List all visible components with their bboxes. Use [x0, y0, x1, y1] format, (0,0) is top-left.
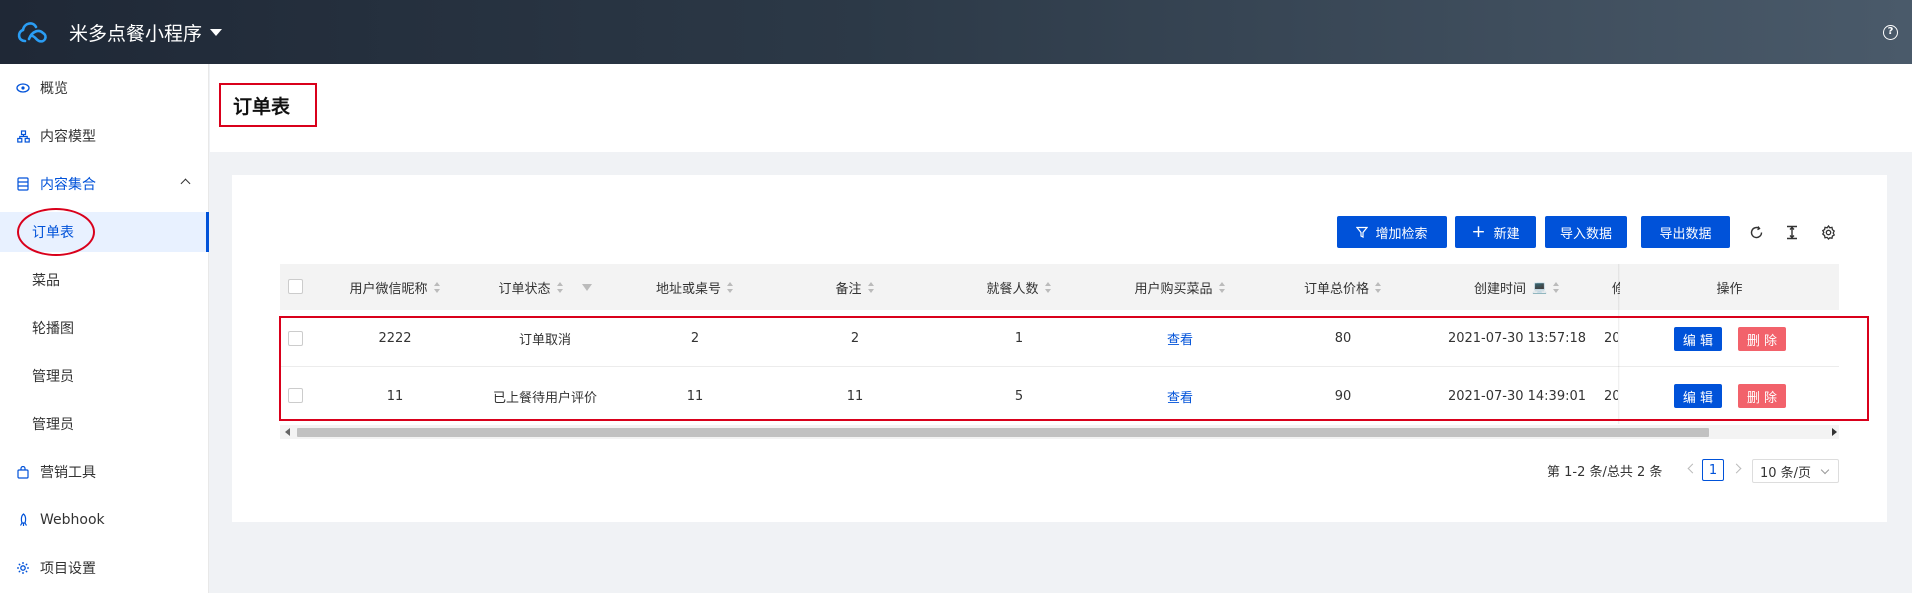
rocket-icon [16, 513, 30, 527]
annotation-rectangle [279, 316, 1869, 421]
col-address[interactable]: 地址或桌号 [620, 264, 770, 310]
col-remark[interactable]: 备注 [780, 264, 930, 310]
column-height-icon[interactable] [1782, 222, 1802, 242]
column-label: 用户微信昵称 [349, 281, 428, 297]
export-label: 导出数据 [1659, 226, 1712, 242]
page-title: 订单表 [219, 83, 317, 127]
col-total[interactable]: 订单总价格 [1268, 264, 1418, 310]
column-label: 备注 [835, 281, 862, 297]
import-label: 导入数据 [1559, 226, 1612, 242]
new-button[interactable]: + 新建 [1455, 216, 1536, 248]
cloud-logo-icon [15, 15, 49, 49]
sidebar-item-label: 管理员 [32, 417, 74, 433]
export-button[interactable]: 导出数据 [1641, 216, 1730, 248]
sort-icon[interactable] [1044, 281, 1052, 293]
filter-icon [1356, 226, 1369, 238]
sidebar-item-label: 内容集合 [40, 177, 96, 193]
import-button[interactable]: 导入数据 [1545, 216, 1627, 248]
sidebar-item-webhook[interactable]: Webhook [0, 500, 209, 540]
sidebar-item-label: 管理员 [32, 369, 74, 385]
add-search-label: 增加检索 [1375, 226, 1428, 242]
refresh-icon[interactable] [1746, 222, 1766, 242]
annotation-circle [17, 208, 95, 256]
column-label: 用户购买菜品 [1134, 281, 1213, 297]
laptop-icon: 💻 [1532, 280, 1547, 294]
col-nickname[interactable]: 用户微信昵称 [320, 264, 470, 310]
col-dishes[interactable]: 用户购买菜品 [1105, 264, 1255, 310]
caret-down-icon[interactable] [210, 28, 223, 36]
sort-icon[interactable] [1552, 281, 1560, 293]
hierarchy-icon [16, 129, 30, 143]
sidebar-item-admin-2[interactable]: 管理员 [0, 404, 209, 444]
gear-icon [16, 561, 30, 575]
sidebar-item-label: 内容模型 [40, 129, 96, 145]
scrollbar-thumb[interactable] [297, 428, 1709, 437]
help-icon[interactable]: ? [1883, 25, 1898, 40]
column-label: 就餐人数 [986, 281, 1039, 297]
sort-icon[interactable] [1218, 281, 1226, 293]
sidebar-item-label: 概览 [40, 81, 68, 97]
page-size-select[interactable]: 10 条/页 [1752, 459, 1839, 483]
column-label: 创建时间 [1474, 281, 1527, 297]
eye-icon [16, 81, 30, 95]
col-created[interactable]: 创建时间 💻 [1432, 264, 1602, 310]
scroll-left-icon[interactable] [285, 428, 290, 436]
sidebar-item-label: 营销工具 [40, 465, 96, 481]
select-all-checkbox[interactable] [288, 279, 303, 294]
page-header [210, 64, 1912, 152]
sort-icon[interactable] [556, 281, 564, 293]
sort-icon[interactable] [433, 281, 441, 293]
sidebar-item-marketing[interactable]: 营销工具 [0, 452, 209, 492]
chevron-up-icon[interactable] [180, 178, 191, 189]
column-label: 订单状态 [498, 281, 551, 297]
sidebar-item-label: Webhook [40, 512, 105, 528]
chevron-down-icon [1820, 465, 1830, 475]
sidebar-item-content-collection[interactable]: 内容集合 [0, 164, 209, 204]
sidebar-item-carousel[interactable]: 轮播图 [0, 308, 209, 348]
sidebar-item-settings[interactable]: 项目设置 [0, 548, 209, 588]
column-label: 地址或桌号 [655, 281, 721, 297]
sidebar-item-admin[interactable]: 管理员 [0, 356, 209, 396]
plus-icon: + [1471, 221, 1486, 242]
shopping-bag-icon [16, 465, 30, 479]
column-label: 订单总价格 [1303, 281, 1369, 297]
sort-icon[interactable] [1375, 281, 1382, 293]
app-name[interactable]: 米多点餐小程序 [69, 19, 202, 46]
sort-icon[interactable] [727, 281, 734, 293]
sidebar-item-overview[interactable]: 概览 [0, 68, 209, 108]
sort-icon[interactable] [867, 281, 875, 293]
new-label: 新建 [1493, 226, 1520, 242]
sidebar-item-label: 轮播图 [32, 321, 74, 337]
col-actions: 操作 [1716, 281, 1743, 297]
pagination-summary: 第 1-2 条/总共 2 条 [1547, 464, 1663, 480]
settings-icon[interactable] [1818, 222, 1838, 242]
sidebar-item-label: 项目设置 [40, 561, 96, 577]
sidebar-item-label: 菜品 [32, 273, 60, 289]
page-1-button[interactable]: 1 [1702, 459, 1724, 481]
col-status[interactable]: 订单状态 [470, 264, 620, 310]
database-icon [16, 177, 30, 191]
sidebar: 概览 内容模型 内容集合 订单表 菜品 轮播图 管理员 管理员 营销工具 Web… [0, 64, 209, 593]
col-diners[interactable]: 就餐人数 [944, 264, 1094, 310]
page-size-label: 10 条/页 [1760, 465, 1812, 481]
top-header: 米多点餐小程序 ? [0, 0, 1912, 64]
add-search-button[interactable]: 增加检索 [1337, 216, 1447, 248]
filter-icon[interactable] [581, 283, 592, 291]
sidebar-item-dishes[interactable]: 菜品 [0, 260, 209, 300]
sidebar-item-content-model[interactable]: 内容模型 [0, 116, 209, 156]
scroll-right-icon[interactable] [1832, 428, 1837, 436]
